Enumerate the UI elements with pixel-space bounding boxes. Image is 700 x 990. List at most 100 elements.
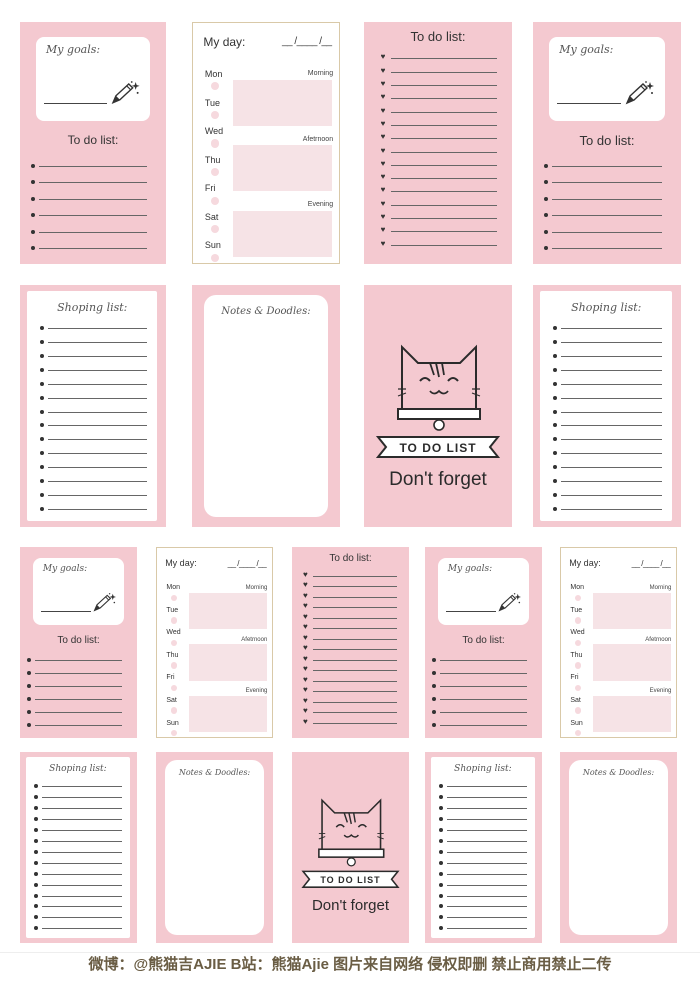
list-line: [439, 831, 527, 843]
slot-box: [188, 592, 267, 630]
shopping-title: Shoping list:: [49, 764, 107, 775]
card-my-goals: My goals: To do list:: [425, 547, 542, 738]
list-line: [30, 183, 147, 202]
list-line: [439, 875, 527, 887]
list-line: [39, 315, 147, 331]
list-line: [30, 167, 147, 185]
day-dot: [171, 730, 178, 737]
day-dot: [210, 225, 219, 234]
cat-icon: [375, 344, 501, 458]
todo-heart-lines: [381, 46, 498, 248]
list-line: [439, 886, 527, 898]
list-line: [439, 820, 527, 832]
list-line: [303, 650, 398, 662]
slot-label: Evening: [307, 200, 334, 208]
card-to-do: To do list:: [364, 22, 512, 264]
list-line: [303, 566, 398, 578]
day-dot: [575, 639, 582, 647]
list-line: [553, 426, 662, 442]
list-line: [432, 661, 527, 676]
list-line: [381, 206, 498, 221]
list-line: [39, 426, 147, 442]
shopping-sheet: Shoping list:: [430, 756, 535, 939]
day-dot: [171, 639, 178, 647]
slot-label: Afetrnoon: [645, 636, 672, 643]
list-line: [303, 598, 398, 610]
list-line: [30, 200, 147, 218]
list-line: [27, 674, 122, 689]
list-line: [303, 703, 398, 715]
list-line: [39, 357, 147, 372]
list-line: [34, 886, 122, 898]
list-line: [39, 468, 147, 484]
day-dot: [575, 594, 582, 602]
pencil-icon: [498, 593, 521, 612]
list-line: [381, 126, 498, 142]
shopping-sheet: Shoping list:: [540, 291, 673, 521]
day-label: Fri: [166, 674, 175, 682]
list-line: [439, 864, 527, 876]
list-line: [303, 640, 398, 652]
day-label: Sat: [204, 211, 219, 222]
todo-title: To do list:: [329, 552, 372, 564]
list-line: [34, 875, 122, 887]
shopping-lines: [553, 315, 662, 511]
list-line: [34, 853, 122, 865]
goals-label: My goals:: [42, 564, 88, 575]
card-my-day: My day: __ /____ /__ Mon Tue Wed Thu Fri Sat Sun…: [192, 22, 340, 264]
list-line: [381, 113, 498, 128]
my-day-label: My day:: [569, 557, 601, 568]
day-label: Sat: [166, 696, 177, 704]
list-line: [553, 357, 662, 372]
list-line: [30, 150, 147, 169]
list-line: [34, 842, 122, 854]
card-my-day: My day: __ /____ /__ Mon Tue Wed Thu Fri Sat Sun…: [560, 547, 677, 738]
list-line: [303, 619, 398, 631]
goals-line: [445, 610, 497, 612]
day-dot: [171, 594, 178, 602]
list-line: [39, 440, 147, 456]
list-line: [381, 192, 498, 208]
day-label: Wed: [204, 126, 224, 137]
list-line: [439, 907, 527, 920]
goals-line: [40, 610, 92, 612]
todo-lines: [544, 150, 662, 251]
list-line: [39, 454, 147, 470]
goals-label: My goals:: [447, 564, 493, 575]
list-line: [39, 371, 147, 386]
list-line: [544, 183, 662, 202]
day-label: Tue: [166, 606, 179, 614]
card-shopping: Shoping list:: [425, 752, 542, 943]
list-line: [381, 139, 498, 155]
list-line: [381, 219, 498, 235]
list-line: [439, 897, 527, 909]
list-line: [381, 59, 498, 75]
shopping-lines: [439, 776, 527, 931]
cat-icon: [301, 798, 400, 889]
list-line: [553, 454, 662, 470]
todo-heart-lines: [303, 566, 398, 725]
day-label: Mon: [204, 68, 223, 79]
dont-forget-text: Don't forget: [389, 468, 487, 490]
list-line: [303, 587, 398, 599]
list-line: [34, 798, 122, 810]
list-line: [27, 700, 122, 715]
date-blank: __ /____ /__: [282, 36, 332, 48]
slot-label: Morning: [649, 585, 672, 592]
shopping-sheet: Shoping list:: [27, 291, 158, 521]
card-shopping: Shoping list:: [20, 752, 137, 943]
day-label: Mon: [570, 584, 584, 592]
card-to-do: To do list:: [292, 547, 409, 738]
card-shopping: Shoping list:: [20, 285, 166, 527]
notes-sheet: Notes & Doodles:: [569, 759, 668, 936]
day-label: Tue: [570, 606, 583, 614]
day-label: Wed: [166, 629, 181, 637]
list-line: [553, 482, 662, 497]
list-line: [432, 648, 527, 663]
day-label: Sun: [204, 240, 221, 251]
list-line: [544, 200, 662, 218]
goals-box: My goals:: [36, 36, 150, 122]
list-line: [303, 692, 398, 704]
goals-line: [44, 103, 107, 105]
list-line: [381, 99, 498, 115]
